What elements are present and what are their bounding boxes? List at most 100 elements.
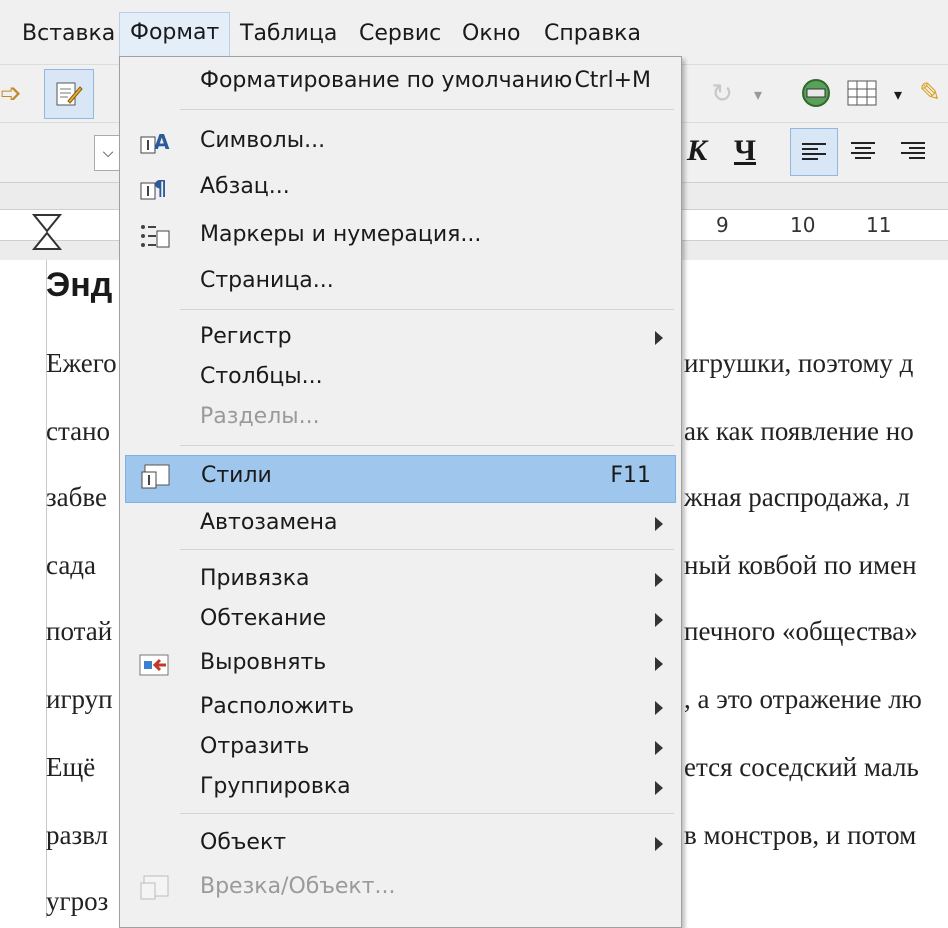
- edit-mode-button[interactable]: [44, 69, 94, 119]
- redo-dropdown-icon[interactable]: ▾: [748, 75, 768, 113]
- align-left-icon: [802, 143, 826, 160]
- menu-item-anchor[interactable]: Привязка: [120, 559, 681, 603]
- submenu-arrow-icon: [655, 331, 663, 345]
- submenu-arrow-icon: [655, 781, 663, 795]
- submenu-arrow-icon: [655, 573, 663, 587]
- menu-table[interactable]: Таблица: [230, 14, 347, 54]
- menu-item-autocorrect[interactable]: Автозамена: [120, 503, 681, 547]
- menu-item-label: Разделы...: [200, 404, 320, 429]
- ruler-number: 10: [790, 213, 816, 237]
- menu-item-label: Объект: [200, 830, 287, 855]
- menu-item-columns[interactable]: Столбцы...: [120, 357, 681, 401]
- align-center-icon: [851, 142, 875, 159]
- menu-tools[interactable]: Сервис: [349, 14, 451, 54]
- document-line-start: Ещё: [46, 752, 96, 782]
- menu-help[interactable]: Справка: [534, 14, 651, 54]
- document-line-start: потай: [46, 616, 113, 646]
- menu-item-flip[interactable]: Отразить: [120, 727, 681, 771]
- document-line-start: стано: [46, 416, 111, 446]
- menu-separator: [180, 445, 674, 446]
- document-line-end: ется соседский маль: [684, 752, 919, 782]
- insert-table-button[interactable]: [842, 73, 882, 113]
- table-icon: [847, 80, 877, 106]
- menu-item-frame-object: Врезка/Объект...: [120, 867, 681, 911]
- menu-window[interactable]: Окно: [452, 14, 530, 54]
- style-dropdown-icon[interactable]: ⌵: [94, 135, 122, 171]
- bullets-icon: [141, 225, 170, 248]
- menu-item-object[interactable]: Объект: [120, 823, 681, 867]
- document-line-start: забве: [46, 482, 107, 512]
- menu-item-shortcut: F11: [610, 463, 651, 488]
- menu-item-wrap[interactable]: Обтекание: [120, 599, 681, 643]
- navigator-icon[interactable]: [796, 73, 836, 113]
- menu-separator: [180, 549, 674, 550]
- menu-item-label: Символы...: [200, 128, 326, 153]
- indent-marker-icon[interactable]: [30, 213, 64, 253]
- ruler-number: 11: [866, 213, 892, 237]
- menu-separator: [180, 309, 674, 310]
- menu-separator: [180, 813, 674, 814]
- menu-item-label: Стили: [201, 463, 272, 488]
- svg-text:¶: ¶: [154, 176, 167, 200]
- ruler-number: 9: [716, 213, 729, 237]
- document-line-start: игруп: [46, 684, 113, 714]
- menu-item-label: Автозамена: [200, 510, 338, 535]
- draw-icon[interactable]: ✎: [912, 73, 948, 113]
- document-line-end: печного «общества»: [684, 616, 918, 646]
- redo-icon[interactable]: ↻: [702, 75, 742, 113]
- document-line-end: игрушки, поэтому д: [684, 348, 914, 378]
- document-heading: Энд: [46, 266, 113, 304]
- document-line-end: жная распродажа, л: [684, 482, 910, 512]
- underline-button[interactable]: Ч: [722, 128, 768, 174]
- menu-item-default-formatting[interactable]: Форматирование по умолчанию Ctrl+M: [120, 61, 681, 105]
- arrow-icon[interactable]: ➩: [0, 77, 22, 111]
- align-left-button[interactable]: [790, 128, 838, 176]
- menu-separator: [180, 109, 674, 110]
- styles-icon: [141, 464, 170, 489]
- menu-item-label: Отразить: [200, 734, 310, 759]
- menu-item-styles[interactable]: Стили F11: [125, 455, 676, 503]
- menu-item-shortcut: Ctrl+M: [574, 68, 651, 93]
- menu-item-case[interactable]: Регистр: [120, 317, 681, 361]
- align-objects-icon: [139, 654, 169, 676]
- frame-icon: [140, 875, 169, 900]
- menu-insert[interactable]: Вставка: [12, 14, 125, 54]
- submenu-arrow-icon: [655, 701, 663, 715]
- menu-item-bullets-numbering[interactable]: Маркеры и нумерация...: [120, 215, 681, 259]
- document-line-end: , а это отражение лю: [684, 684, 922, 714]
- menu-item-group[interactable]: Группировка: [120, 767, 681, 811]
- document-line-start: угроз: [46, 886, 109, 916]
- menu-item-label: Врезка/Объект...: [200, 874, 396, 899]
- paragraph-icon: ¶: [140, 176, 167, 200]
- submenu-arrow-icon: [655, 613, 663, 627]
- submenu-arrow-icon: [655, 837, 663, 851]
- character-icon: A: [140, 130, 170, 154]
- submenu-arrow-icon: [655, 517, 663, 531]
- document-line-start: развл: [46, 820, 109, 850]
- menu-item-label: Столбцы...: [200, 364, 323, 389]
- svg-text:A: A: [154, 130, 170, 154]
- align-center-button[interactable]: [840, 128, 886, 174]
- menu-format[interactable]: Формат: [119, 12, 231, 57]
- menu-item-label: Регистр: [200, 324, 292, 349]
- document-line-end: ак как появление но: [684, 416, 914, 446]
- menu-item-label: Форматирование по умолчанию: [200, 68, 573, 93]
- menu-item-page[interactable]: Страница...: [120, 261, 681, 305]
- menu-item-label: Страница...: [200, 268, 334, 293]
- table-dropdown-icon[interactable]: ▾: [888, 75, 908, 113]
- menu-item-label: Обтекание: [200, 606, 327, 631]
- submenu-arrow-icon: [655, 741, 663, 755]
- menu-item-label: Расположить: [200, 694, 355, 719]
- menu-item-arrange[interactable]: Расположить: [120, 687, 681, 731]
- menu-item-align[interactable]: Выровнять: [120, 643, 681, 687]
- document-line-end: ный ковбой по имен: [684, 550, 917, 580]
- menu-item-characters[interactable]: A Символы...: [120, 121, 681, 165]
- document-line-start: сада: [46, 550, 97, 580]
- edit-document-icon: [56, 82, 83, 106]
- menu-item-label: Выровнять: [200, 650, 327, 675]
- menubar: Вставка Формат Таблица Сервис Окно Справ…: [0, 0, 948, 64]
- align-right-button[interactable]: [890, 128, 936, 174]
- menu-item-label: Маркеры и нумерация...: [200, 222, 482, 247]
- menu-item-sections: Разделы...: [120, 397, 681, 441]
- menu-item-paragraph[interactable]: ¶ Абзац...: [120, 167, 681, 211]
